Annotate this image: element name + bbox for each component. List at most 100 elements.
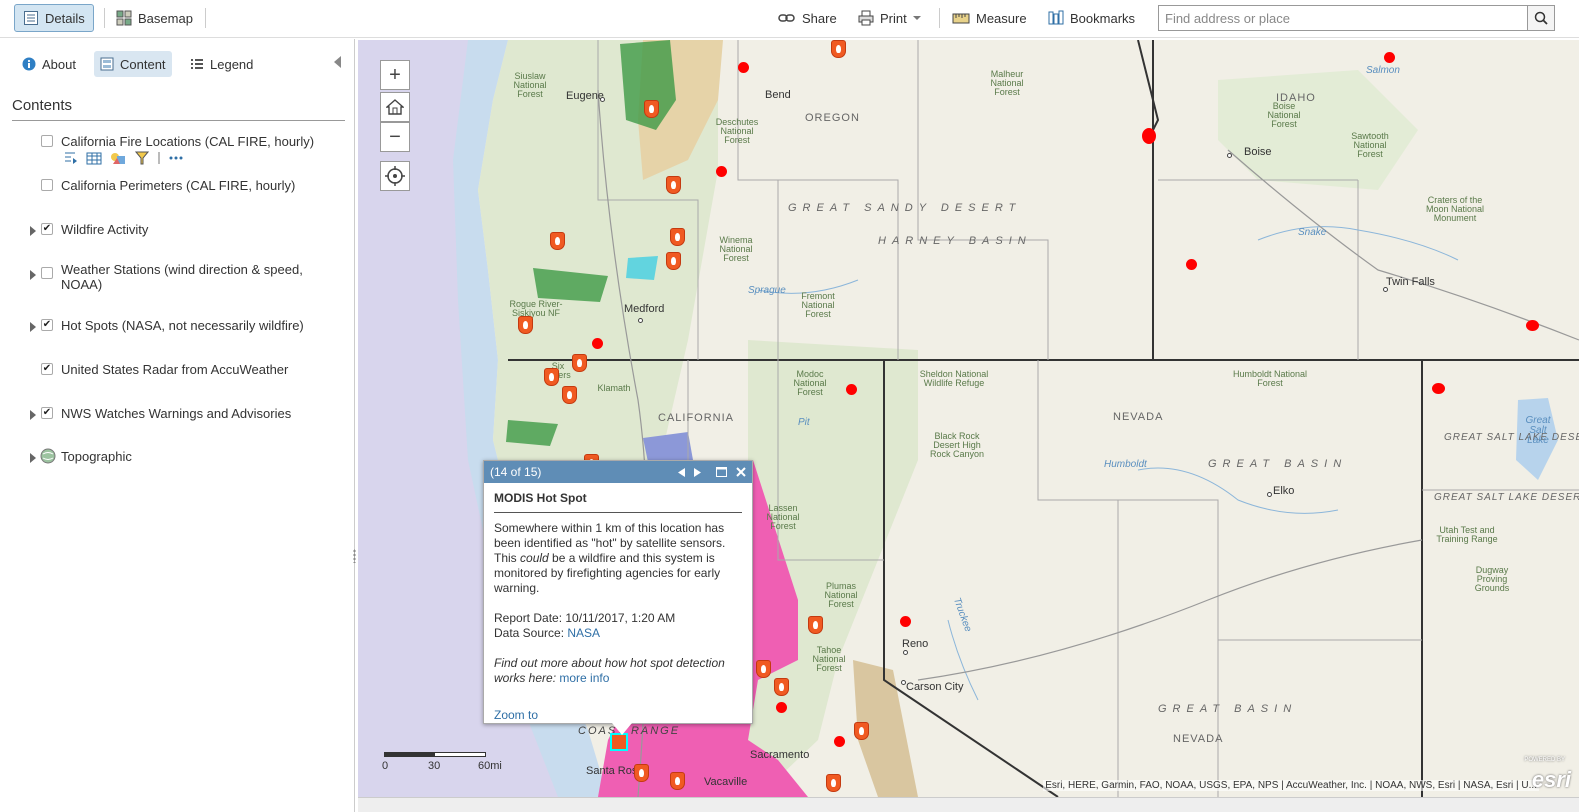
nasa-link[interactable]: NASA (567, 626, 600, 640)
globe-icon (40, 448, 56, 464)
layer-checkbox[interactable] (41, 179, 53, 191)
powered-by-label: POWERED BY (1524, 757, 1565, 763)
more-info-text: Find out more about how hot spot detecti… (494, 656, 725, 685)
popup-body: MODIS Hot Spot Somewhere within 1 km of … (484, 483, 752, 731)
hot-spot-marker[interactable] (716, 166, 727, 177)
layer-checkbox[interactable]: ✔ (41, 407, 53, 419)
fire-icon[interactable] (666, 176, 681, 194)
toolbar-divider (205, 8, 206, 28)
fire-icon[interactable] (670, 228, 685, 246)
selected-feature-marker[interactable] (610, 733, 628, 751)
locate-button[interactable] (380, 161, 410, 191)
next-icon[interactable] (694, 467, 701, 477)
map-label-forest: Malheur National Forest (990, 69, 1024, 97)
maximize-icon[interactable] (716, 467, 727, 477)
tab-content[interactable]: Content (94, 51, 172, 77)
expand-arrow-icon[interactable] (30, 322, 36, 332)
city-dot (1227, 153, 1232, 158)
fire-icon[interactable] (644, 100, 659, 118)
layer-checkbox[interactable] (41, 135, 53, 147)
hot-spot-marker[interactable] (776, 702, 787, 713)
hot-spot-marker[interactable] (1432, 383, 1445, 394)
map-view[interactable]: Eugene Bend OREGON Medford Boise IDAHO T… (358, 40, 1579, 797)
bookmarks-button[interactable]: Bookmarks (1040, 4, 1143, 32)
zoom-out-button[interactable]: − (380, 122, 410, 152)
fire-icon[interactable] (544, 368, 559, 386)
hot-spot-marker[interactable] (592, 338, 603, 349)
fire-icon[interactable] (854, 722, 869, 740)
hot-spot-marker[interactable] (1186, 259, 1197, 270)
fire-icon[interactable] (756, 660, 771, 678)
hot-spot-marker[interactable] (738, 62, 749, 73)
zoom-in-button[interactable]: + (380, 60, 410, 90)
basemap-label: Basemap (138, 10, 193, 26)
fire-icon[interactable] (634, 764, 649, 782)
map-label-state: NEVADA (1113, 411, 1164, 423)
fire-icon[interactable] (808, 616, 823, 634)
fire-icon[interactable] (666, 252, 681, 270)
zoom-to-link[interactable]: Zoom to (494, 708, 538, 722)
expand-arrow-icon[interactable] (30, 270, 36, 280)
layer-label: Hot Spots (NASA, not necessarily wildfir… (61, 318, 304, 333)
tab-about[interactable]: About (16, 51, 82, 77)
layer-checkbox[interactable]: ✔ (41, 363, 53, 375)
hot-spot-marker[interactable] (1526, 320, 1539, 331)
hot-spot-marker[interactable] (1384, 52, 1395, 63)
link-icon (778, 12, 796, 24)
details-icon (23, 10, 39, 26)
attribution[interactable]: Esri, HERE, Garmin, FAO, NOAA, USGS, EPA… (1043, 780, 1539, 791)
map-label-city: Bend (765, 89, 791, 101)
esri-logo[interactable]: esri (1532, 767, 1571, 793)
expand-arrow-icon[interactable] (30, 453, 36, 463)
share-button[interactable]: Share (770, 4, 845, 32)
fire-icon[interactable] (774, 678, 789, 696)
layer-tools (62, 151, 184, 165)
layer-checkbox[interactable]: ✔ (41, 223, 53, 235)
toolbar-divider (104, 8, 105, 28)
collapse-panel-icon[interactable] (334, 56, 341, 68)
fire-icon[interactable] (572, 354, 587, 372)
data-source-label: Data Source: (494, 626, 568, 640)
expand-arrow-icon[interactable] (30, 226, 36, 236)
more-info-link[interactable]: more info (559, 671, 609, 685)
change-style-icon[interactable] (110, 151, 126, 165)
details-button[interactable]: Details (14, 4, 94, 32)
map-label-city: Elko (1273, 485, 1295, 497)
map-label-city: Sacramento (750, 749, 810, 761)
basemap-button[interactable]: Basemap (108, 4, 201, 32)
map-label-city: Boise (1244, 146, 1272, 158)
layer-checkbox[interactable]: ✔ (41, 319, 53, 331)
fire-icon[interactable] (550, 232, 565, 250)
close-icon[interactable] (736, 467, 746, 477)
search-input[interactable] (1158, 5, 1528, 31)
fire-icon[interactable] (826, 774, 841, 792)
map-label-forest: Craters of the Moon National Monument (1425, 195, 1485, 223)
search-button[interactable] (1527, 5, 1555, 31)
hot-spot-marker[interactable] (846, 384, 857, 395)
expand-arrow-icon[interactable] (30, 410, 36, 420)
map-label-forest: Boise National Forest (1267, 101, 1301, 129)
toolbar-divider (939, 8, 940, 28)
hot-spot-marker[interactable] (1142, 128, 1156, 144)
fire-icon[interactable] (831, 40, 846, 58)
divider (12, 120, 345, 121)
tab-legend[interactable]: Legend (184, 51, 259, 77)
bookmarks-icon (1048, 10, 1064, 26)
map-label-forest: Winema National Forest (719, 235, 753, 263)
fire-icon[interactable] (518, 316, 533, 334)
table-icon[interactable] (86, 151, 102, 165)
filter-icon[interactable] (134, 151, 150, 165)
panel-splitter[interactable] (353, 549, 356, 563)
home-button[interactable] (380, 92, 410, 122)
hot-spot-marker[interactable] (834, 736, 845, 747)
previous-icon[interactable] (678, 467, 685, 477)
map-label-water: Sprague (748, 285, 786, 296)
more-options-icon[interactable] (168, 151, 184, 165)
fire-icon[interactable] (670, 772, 685, 790)
measure-button[interactable]: Measure (944, 4, 1035, 32)
fire-icon[interactable] (562, 386, 577, 404)
layer-checkbox[interactable] (41, 267, 53, 279)
print-button[interactable]: Print (850, 4, 929, 32)
zoom-to-layer-icon[interactable] (62, 151, 78, 165)
hot-spot-marker[interactable] (900, 616, 911, 627)
